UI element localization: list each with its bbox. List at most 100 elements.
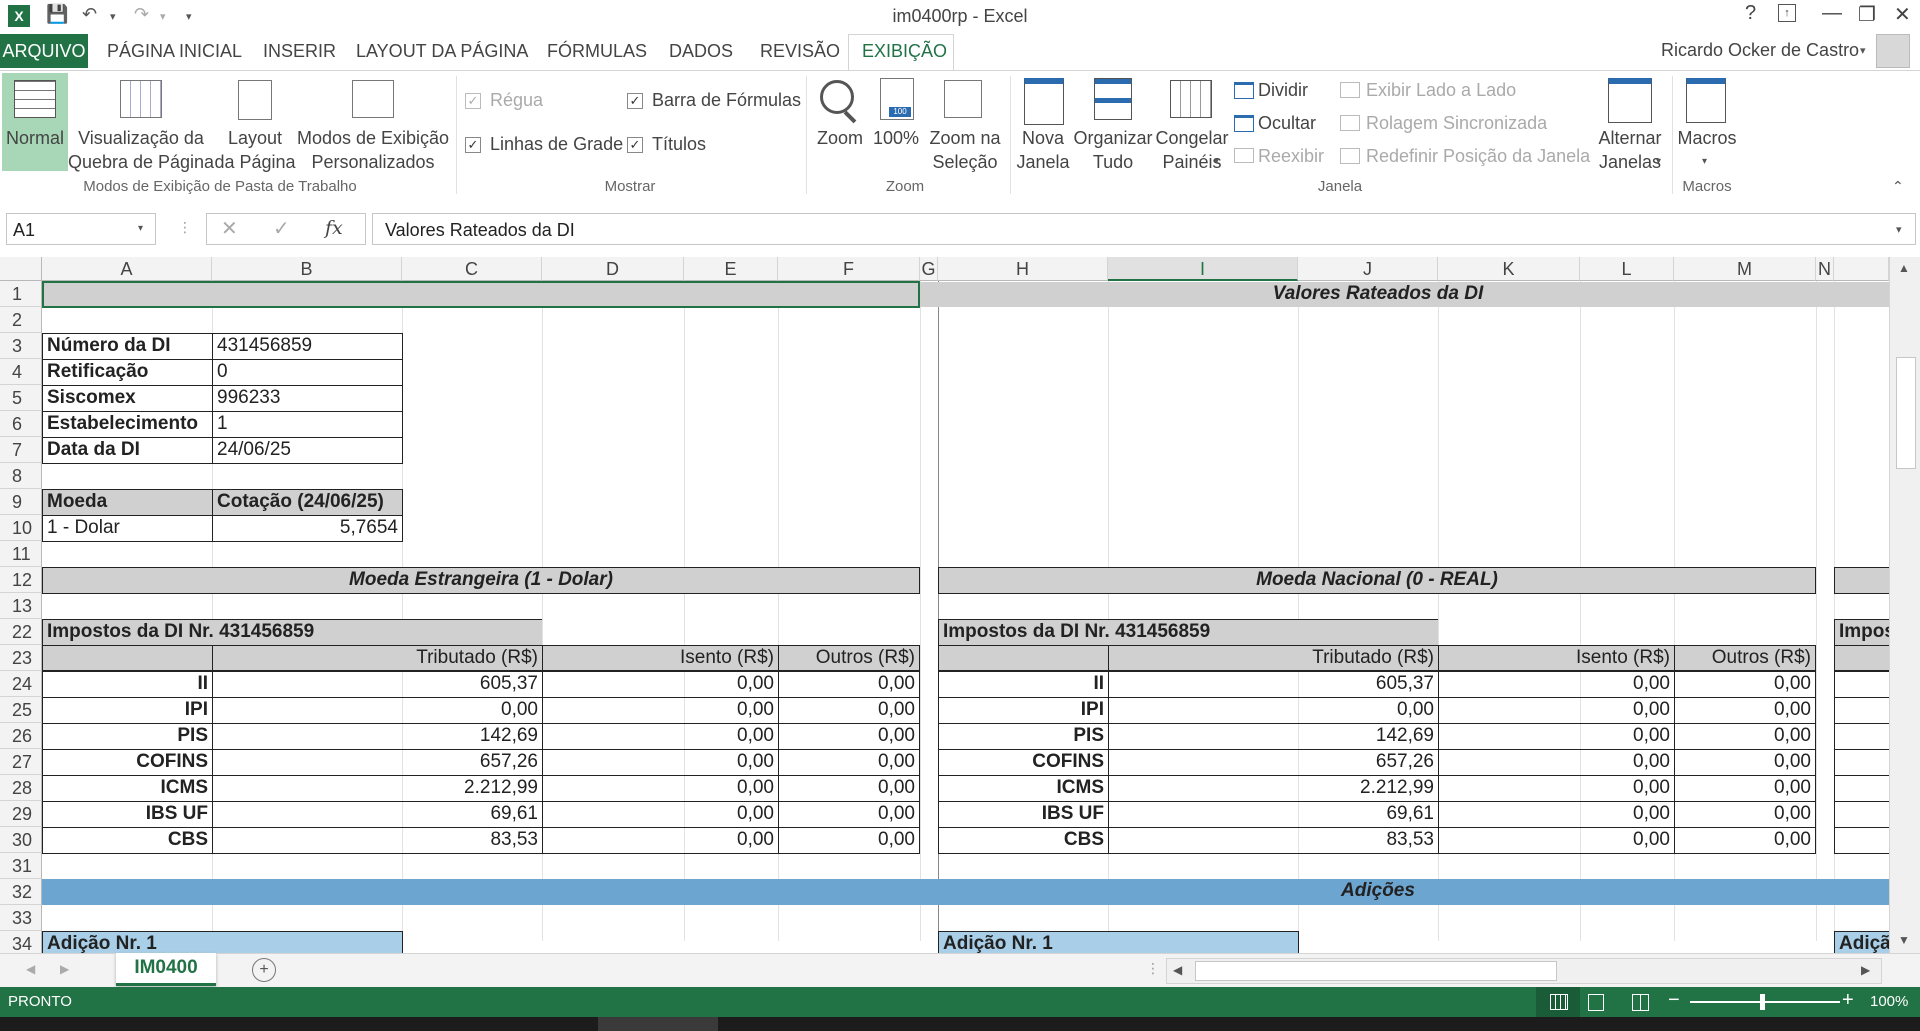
tax-outros-foreign[interactable]: 0,00	[778, 723, 920, 750]
tax-tributado-foreign[interactable]: 657,26	[212, 749, 543, 776]
tax-name-foreign[interactable]: COFINS	[42, 749, 213, 776]
row-header[interactable]: 1	[0, 281, 42, 307]
info-label[interactable]: Estabelecimento	[42, 411, 213, 438]
tax-isento-national[interactable]: 0,00	[1438, 749, 1675, 776]
row-header[interactable]: 9	[0, 489, 42, 515]
col-header-b[interactable]: B	[212, 257, 402, 281]
name-box-dropdown-icon[interactable]: ▾	[138, 223, 143, 234]
synchronous-scrolling-button[interactable]: Rolagem Sincronizada	[1366, 113, 1547, 134]
row-header[interactable]: 13	[0, 593, 42, 619]
tax-tributado-national[interactable]: 0,00	[1108, 697, 1439, 724]
tax-tributado-national[interactable]: 69,61	[1108, 801, 1439, 828]
tax-outros-national[interactable]: 0,00	[1674, 749, 1816, 776]
tax-col-outros[interactable]: Outros (R$)	[778, 645, 920, 671]
col-header-o[interactable]	[1834, 257, 1889, 281]
row-header[interactable]: 25	[0, 697, 42, 723]
enter-icon[interactable]: ✓	[273, 216, 290, 241]
normal-view-status-icon[interactable]	[1536, 987, 1580, 1017]
tax-isento-national[interactable]: 0,00	[1438, 671, 1675, 698]
worksheet-grid[interactable]: A B C D E F G H I J K L M N 1 2 3 4 5 6 …	[0, 257, 1920, 953]
tax-outros-national[interactable]: 0,00	[1674, 775, 1816, 802]
tax-outros-national[interactable]: 0,00	[1674, 827, 1816, 854]
info-value[interactable]: 996233	[212, 385, 403, 412]
row-header[interactable]: 11	[0, 541, 42, 567]
tax-tributado-national[interactable]: 657,26	[1108, 749, 1439, 776]
row-header[interactable]: 8	[0, 463, 42, 489]
view-side-by-side-button[interactable]: Exibir Lado a Lado	[1366, 80, 1516, 101]
col-header-e[interactable]: E	[684, 257, 778, 281]
row-header[interactable]: 28	[0, 775, 42, 801]
prev-sheet-icon[interactable]: ◀	[26, 962, 35, 976]
formula-bar-checkbox[interactable]: ✓	[627, 93, 643, 109]
info-value[interactable]: 24/06/25	[212, 437, 403, 464]
tax-outros-foreign[interactable]: 0,00	[778, 671, 920, 698]
col-header-l[interactable]: L	[1580, 257, 1674, 281]
next-sheet-icon[interactable]: ▶	[60, 962, 69, 976]
row-header[interactable]: 12	[0, 567, 42, 593]
tab-data[interactable]: DADOS	[669, 41, 733, 62]
tax-name-foreign[interactable]: II	[42, 671, 213, 698]
row-header[interactable]: 3	[0, 333, 42, 359]
tax-isento-foreign[interactable]: 0,00	[542, 723, 779, 750]
tax-name-national[interactable]: II	[938, 671, 1109, 698]
hide-button[interactable]: Ocultar	[1258, 113, 1316, 134]
col-header-g[interactable]: G	[920, 257, 938, 281]
tab-insert[interactable]: INSERIR	[263, 41, 336, 62]
tax-isento-national[interactable]: 0,00	[1438, 775, 1675, 802]
tax-name-foreign[interactable]: CBS	[42, 827, 213, 854]
cancel-icon[interactable]: ✕	[221, 216, 238, 241]
tax-col-isento[interactable]: Isento (R$)	[542, 645, 779, 671]
info-label[interactable]: Número da DI	[42, 333, 213, 360]
col-header-m[interactable]: M	[1674, 257, 1816, 281]
tax-outros-foreign[interactable]: 0,00	[778, 697, 920, 724]
col-header-d[interactable]: D	[542, 257, 684, 281]
freeze-panes-button[interactable]: Congelar Painéis	[1150, 126, 1234, 174]
info-label[interactable]: Retificação	[42, 359, 213, 386]
custom-views-button[interactable]: Modos de Exibição Personalizados	[296, 126, 450, 174]
page-layout-status-icon[interactable]	[1588, 994, 1604, 1011]
taxes-title-right[interactable]: Impostos da DI Nr. 431456859	[938, 619, 1438, 645]
tax-name-foreign[interactable]: IBS UF	[42, 801, 213, 828]
addition-label-right[interactable]: Adição Nr. 1	[938, 931, 1299, 953]
tab-split-grip-icon[interactable]: ⋮	[1146, 960, 1160, 977]
tax-isento-foreign[interactable]: 0,00	[542, 801, 779, 828]
tax-name-foreign[interactable]: ICMS	[42, 775, 213, 802]
tax-name-national[interactable]: COFINS	[938, 749, 1109, 776]
insert-function-icon[interactable]: fx	[325, 217, 343, 239]
tax-tributado-national[interactable]: 142,69	[1108, 723, 1439, 750]
col-header-f[interactable]: F	[778, 257, 920, 281]
arrange-all-button[interactable]: Organizar Tudo	[1070, 126, 1156, 174]
tax-name-foreign[interactable]: PIS	[42, 723, 213, 750]
sheet-title[interactable]: Valores Rateados da DI	[1108, 282, 1648, 307]
info-value[interactable]: 0	[212, 359, 403, 386]
row-header[interactable]: 24	[0, 671, 42, 697]
tax-isento-national[interactable]: 0,00	[1438, 801, 1675, 828]
tax-name-national[interactable]: PIS	[938, 723, 1109, 750]
ribbon-display-icon[interactable]: ↑	[1778, 4, 1796, 22]
tax-tributado-national[interactable]: 605,37	[1108, 671, 1439, 698]
row-header[interactable]: 26	[0, 723, 42, 749]
tax-name-national[interactable]: IPI	[938, 697, 1109, 724]
row-header[interactable]: 34	[0, 931, 42, 953]
zoom-in-icon[interactable]: +	[1842, 989, 1854, 1012]
tax-isento-foreign[interactable]: 0,00	[542, 671, 779, 698]
row-header[interactable]: 2	[0, 307, 42, 333]
name-box[interactable]: A1	[6, 213, 156, 245]
page-break-status-icon[interactable]	[1632, 994, 1649, 1011]
col-header-k[interactable]: K	[1438, 257, 1580, 281]
zoom-100-button[interactable]: 100%	[866, 126, 926, 150]
zoom-selection-button[interactable]: Zoom na Seleção	[922, 126, 1008, 174]
row-header[interactable]: 31	[0, 853, 42, 879]
tax-name-national[interactable]: CBS	[938, 827, 1109, 854]
vertical-scrollbar[interactable]: ▲ ▼	[1889, 257, 1920, 953]
info-value[interactable]: 1	[212, 411, 403, 438]
currency-header-cotacao[interactable]: Cotação (24/06/25)	[212, 489, 403, 516]
row-header[interactable]: 33	[0, 905, 42, 931]
row-header[interactable]: 7	[0, 437, 42, 463]
scroll-down-icon[interactable]: ▼	[1898, 933, 1910, 947]
macros-dropdown-icon[interactable]: ▾	[1702, 156, 1707, 167]
tab-view[interactable]: EXIBIÇÃO	[862, 41, 947, 62]
tax-outros-foreign[interactable]: 0,00	[778, 827, 920, 854]
addition-label-cut[interactable]: Adiçã	[1834, 931, 1894, 953]
freeze-panes-dropdown-icon[interactable]: ▾	[1214, 156, 1219, 167]
